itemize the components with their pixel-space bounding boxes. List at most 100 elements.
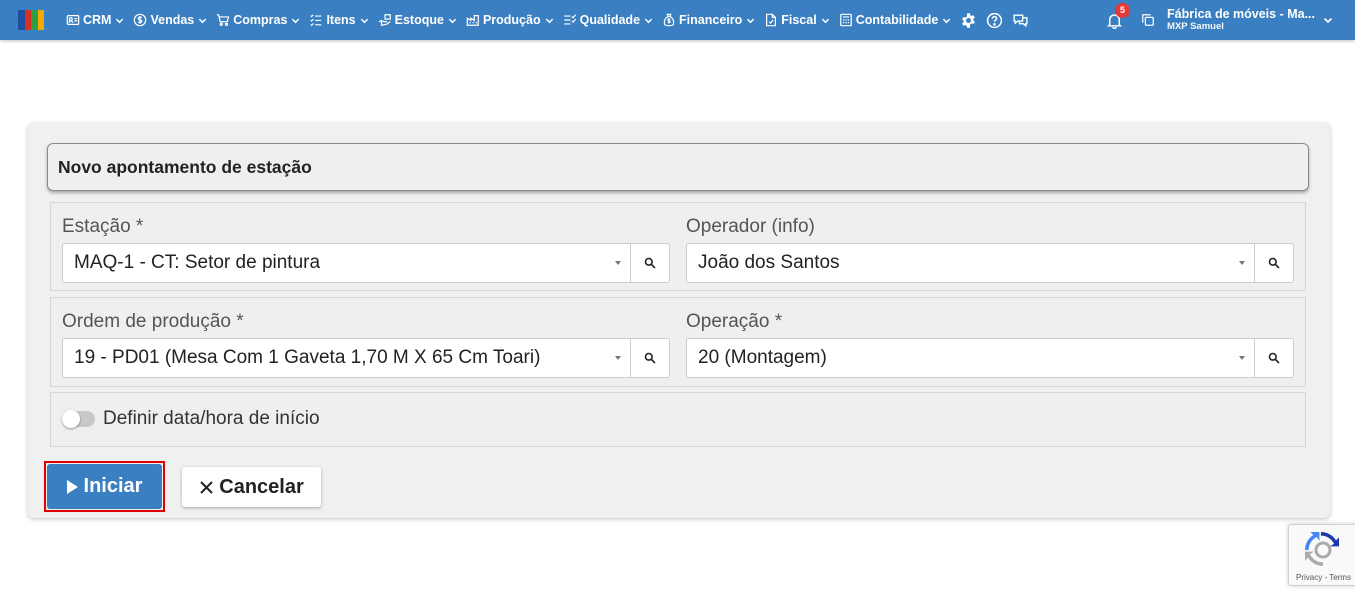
chevron-down-icon bbox=[943, 18, 951, 23]
operator-select[interactable]: João dos Santos bbox=[686, 243, 1254, 283]
menu-label: Contabilidade bbox=[855, 13, 939, 27]
form-row-start-time: Definir data/hora de início bbox=[50, 392, 1306, 447]
station-field: Estação * MAQ-1 - CT: Setor de pintura bbox=[62, 216, 670, 283]
search-icon bbox=[644, 257, 656, 269]
operation-search-button[interactable] bbox=[1254, 338, 1294, 378]
document-icon bbox=[766, 13, 777, 27]
question-circle-icon bbox=[987, 12, 1003, 28]
chevron-down-icon bbox=[821, 18, 829, 23]
chevron-down-icon bbox=[199, 18, 207, 23]
form-title: Novo apontamento de estação bbox=[47, 143, 1309, 191]
menu-label: Fiscal bbox=[781, 13, 817, 27]
menu-label: Financeiro bbox=[679, 13, 743, 27]
operation-value: 20 (Montagem) bbox=[698, 347, 827, 368]
menu-contabilidade[interactable]: Contabilidade bbox=[839, 13, 952, 27]
station-search-button[interactable] bbox=[630, 243, 670, 283]
recaptcha-icon bbox=[1305, 532, 1339, 566]
operation-select[interactable]: 20 (Montagem) bbox=[686, 338, 1254, 378]
operator-field: Operador (info) João dos Santos bbox=[686, 216, 1294, 283]
station-value: MAQ-1 - CT: Setor de pintura bbox=[74, 252, 321, 273]
menu-label: Itens bbox=[326, 13, 356, 27]
menu-label: Estoque bbox=[394, 13, 444, 27]
caret-down-icon bbox=[1239, 261, 1245, 265]
notifications-button[interactable]: 5 bbox=[1106, 2, 1131, 29]
calculator-icon bbox=[839, 13, 852, 27]
company-name: Fábrica de móveis - Ma... bbox=[1167, 6, 1315, 21]
menu-fiscal[interactable]: Fiscal bbox=[764, 13, 829, 27]
chevron-down-icon bbox=[360, 18, 368, 23]
money-bag-icon bbox=[663, 13, 675, 27]
menu-qualidade[interactable]: Qualidade bbox=[563, 13, 653, 27]
menu-compras[interactable]: Compras bbox=[216, 13, 300, 27]
top-navbar: CRM Vendas Compras Itens Estoque Produçã… bbox=[0, 0, 1355, 40]
hand-box-icon bbox=[378, 14, 391, 26]
menu-itens[interactable]: Itens bbox=[309, 13, 368, 27]
main-menu: CRM Vendas Compras Itens Estoque Produçã… bbox=[66, 12, 1038, 29]
form-row-station: Estação * MAQ-1 - CT: Setor de pintura O… bbox=[50, 202, 1306, 291]
operator-label: Operador (info) bbox=[686, 216, 815, 237]
menu-financeiro[interactable]: Financeiro bbox=[662, 13, 755, 27]
cart-icon bbox=[217, 14, 230, 26]
menu-label: Vendas bbox=[150, 13, 195, 27]
menu-label: Produção bbox=[482, 13, 541, 27]
window-button[interactable] bbox=[1141, 13, 1155, 27]
start-time-toggle-row: Definir data/hora de início bbox=[62, 408, 320, 430]
operator-search-button[interactable] bbox=[1254, 243, 1294, 283]
station-label: Estação * bbox=[62, 216, 144, 237]
recaptcha-links[interactable]: Privacy - Terms bbox=[1296, 573, 1351, 582]
company-switcher[interactable]: Fábrica de móveis - Ma... MXP Samuel bbox=[1167, 6, 1315, 32]
gear-icon bbox=[962, 12, 976, 28]
start-button[interactable]: Iniciar bbox=[47, 464, 162, 509]
form-card: Novo apontamento de estação Estação * MA… bbox=[28, 123, 1330, 518]
close-icon bbox=[200, 480, 213, 494]
menu-label: Qualidade bbox=[579, 13, 641, 27]
play-icon bbox=[66, 479, 78, 494]
start-time-toggle[interactable] bbox=[62, 410, 95, 428]
help-button[interactable] bbox=[986, 12, 1003, 29]
search-icon bbox=[644, 352, 656, 364]
operation-field: Operação * 20 (Montagem) bbox=[686, 311, 1294, 378]
menu-vendas[interactable]: Vendas bbox=[133, 13, 207, 27]
chevron-down-icon bbox=[116, 18, 124, 23]
caret-down-icon bbox=[615, 261, 621, 265]
copy-icon bbox=[1142, 14, 1154, 26]
menu-label: Compras bbox=[233, 13, 288, 27]
list-items-icon bbox=[310, 14, 322, 27]
form-row-order: Ordem de produção * 19 - PD01 (Mesa Com … bbox=[50, 297, 1306, 387]
menu-crm[interactable]: CRM bbox=[66, 13, 124, 27]
chevron-down-icon[interactable] bbox=[1323, 15, 1333, 25]
search-icon bbox=[1268, 352, 1280, 364]
chevron-down-icon bbox=[448, 18, 457, 23]
dollar-circle-icon bbox=[134, 13, 147, 27]
factory-icon bbox=[466, 15, 479, 26]
navbar-right: 5 Fábrica de móveis - Ma... MXP Samuel bbox=[1106, 0, 1333, 40]
caret-down-icon bbox=[1239, 356, 1245, 360]
order-field: Ordem de produção * 19 - PD01 (Mesa Com … bbox=[62, 311, 670, 378]
notification-badge: 5 bbox=[1115, 2, 1131, 18]
search-icon bbox=[1268, 257, 1280, 269]
menu-producao[interactable]: Produção bbox=[466, 13, 554, 27]
operation-label: Operação * bbox=[686, 311, 783, 332]
recaptcha-badge[interactable]: Privacy - Terms bbox=[1288, 524, 1355, 586]
order-search-button[interactable] bbox=[630, 338, 670, 378]
chevron-down-icon bbox=[747, 18, 755, 23]
chat-button[interactable] bbox=[1012, 12, 1029, 29]
caret-down-icon bbox=[615, 356, 621, 360]
start-time-toggle-label: Definir data/hora de início bbox=[103, 408, 320, 429]
order-select[interactable]: 19 - PD01 (Mesa Com 1 Gaveta 1,70 M X 65… bbox=[62, 338, 630, 378]
order-label: Ordem de produção * bbox=[62, 311, 244, 332]
cancel-button-label: Cancelar bbox=[219, 475, 304, 498]
chevron-down-icon bbox=[644, 18, 653, 23]
chevron-down-icon bbox=[545, 18, 553, 23]
settings-button[interactable] bbox=[960, 12, 977, 29]
cancel-button[interactable]: Cancelar bbox=[182, 467, 321, 507]
start-button-label: Iniciar bbox=[83, 475, 143, 497]
station-select[interactable]: MAQ-1 - CT: Setor de pintura bbox=[62, 243, 630, 283]
app-logo[interactable] bbox=[18, 10, 44, 30]
chat-icon bbox=[1013, 13, 1028, 27]
order-value: 19 - PD01 (Mesa Com 1 Gaveta 1,70 M X 65… bbox=[74, 347, 541, 368]
menu-estoque[interactable]: Estoque bbox=[378, 13, 457, 27]
menu-label: CRM bbox=[83, 13, 112, 27]
checklist-icon bbox=[563, 14, 576, 25]
company-user: MXP Samuel bbox=[1167, 20, 1224, 32]
